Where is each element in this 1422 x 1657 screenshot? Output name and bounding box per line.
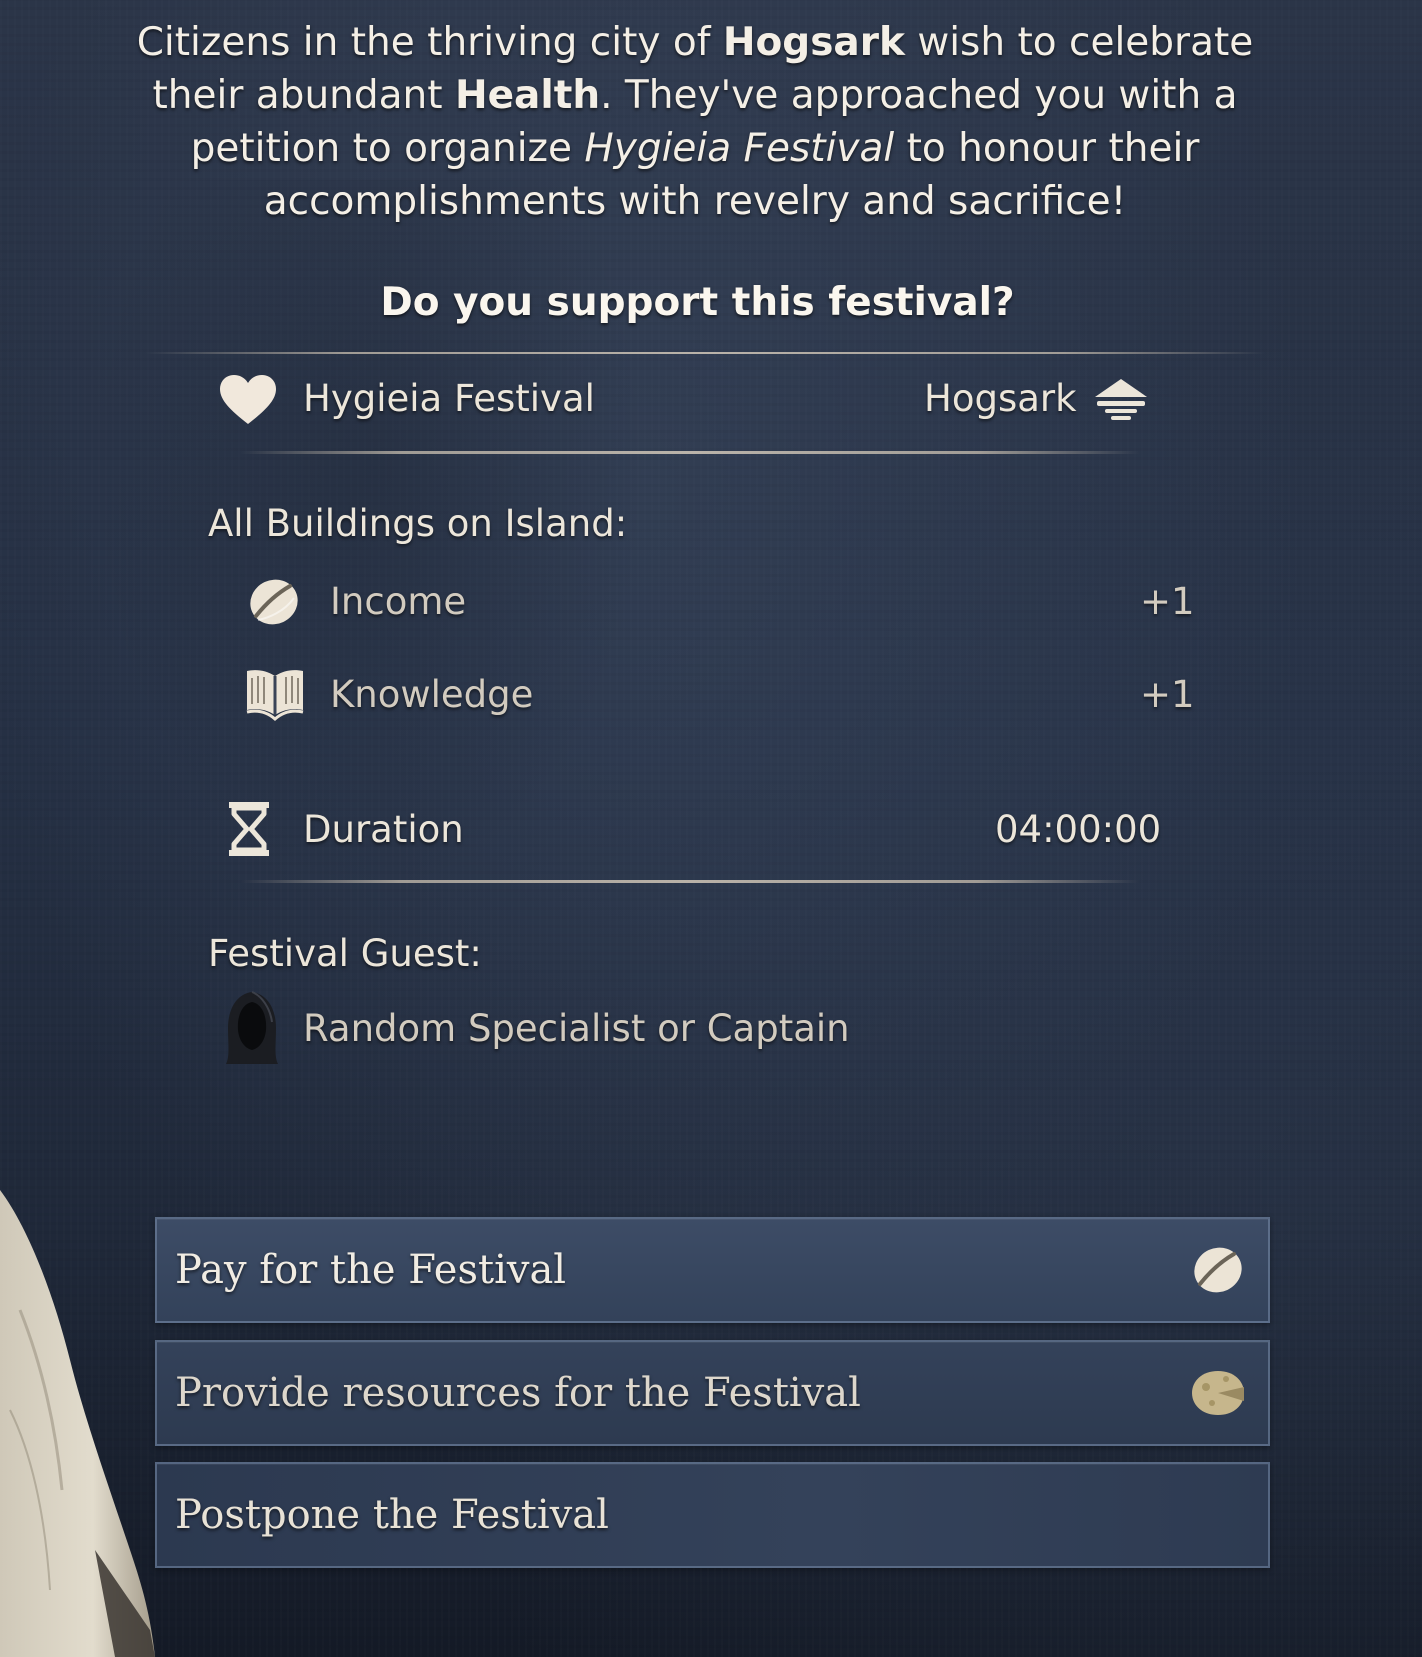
divider: [145, 352, 1265, 354]
heart-icon: [220, 375, 276, 424]
city-label: Hogsark: [924, 377, 1077, 420]
hourglass-icon: [229, 802, 269, 856]
postpone-festival-button[interactable]: Postpone the Festival: [155, 1462, 1270, 1568]
divider: [240, 451, 1140, 454]
city-name: Hogsark: [722, 20, 905, 65]
pay-festival-button[interactable]: Pay for the Festival: [155, 1217, 1270, 1323]
choice-label: Pay for the Festival: [175, 1247, 567, 1293]
festival-name-inline: Hygieia Festival: [584, 126, 895, 171]
effect-value: +1: [1140, 580, 1195, 623]
character-sleeve: [0, 1190, 155, 1657]
question-heading: Do you support this festival?: [380, 280, 1015, 325]
divider: [240, 880, 1140, 883]
need-name: Health: [454, 73, 601, 118]
hooded-figure-icon: [226, 991, 278, 1064]
guest-label: Random Specialist or Captain: [303, 1007, 850, 1050]
duration-label: Duration: [303, 808, 464, 851]
festival-title: Hygieia Festival: [303, 377, 595, 420]
choice-label: Provide resources for the Festival: [175, 1370, 861, 1416]
book-icon: [246, 670, 304, 722]
cheese-icon: [1192, 1371, 1244, 1415]
coin-icon: [250, 579, 298, 625]
effect-label: Knowledge: [330, 673, 534, 716]
effect-value: +1: [1140, 673, 1195, 716]
guest-title: Festival Guest:: [208, 932, 482, 975]
effects-title: All Buildings on Island:: [208, 502, 628, 545]
duration-value: 04:00:00: [995, 808, 1162, 851]
effect-label: Income: [330, 580, 467, 623]
choice-label: Postpone the Festival: [175, 1492, 609, 1538]
provide-resources-button[interactable]: Provide resources for the Festival: [155, 1340, 1270, 1446]
island-icon: [1095, 379, 1147, 420]
coin-icon: [1194, 1247, 1242, 1293]
festival-description: Citizens in the thriving city of Hogsark…: [136, 20, 1254, 224]
